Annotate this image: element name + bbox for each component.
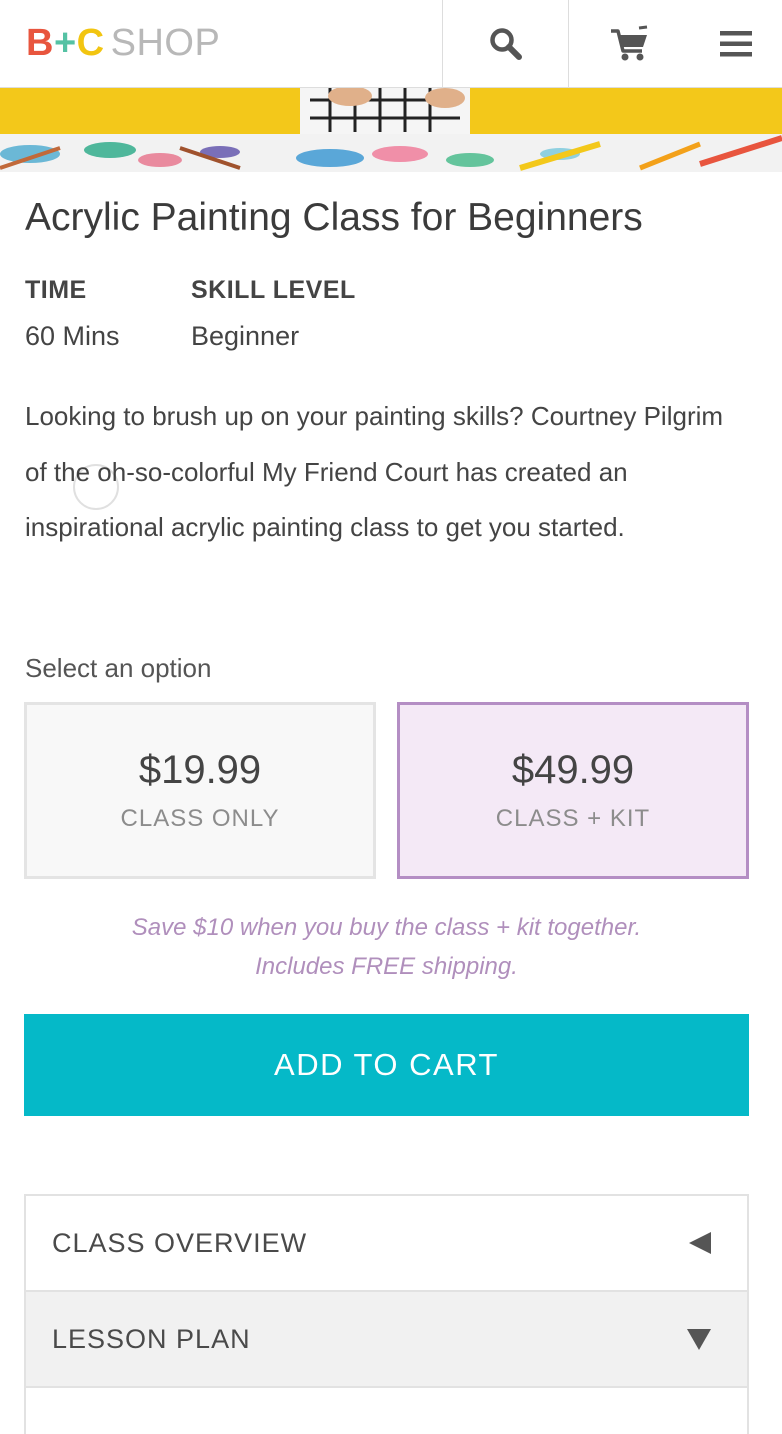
option-price: $19.99 xyxy=(138,748,262,792)
page-title: Acrylic Painting Class for Beginners xyxy=(25,196,643,239)
option-name: CLASS + KIT xyxy=(495,805,651,832)
time-value: 60 Mins xyxy=(25,321,120,351)
skill-level-value: Beginner xyxy=(191,321,300,351)
logo-plus: + xyxy=(53,22,77,64)
option-name: CLASS ONLY xyxy=(120,805,280,832)
accordion-lesson-plan[interactable]: LESSON PLAN xyxy=(24,1290,749,1388)
hero-image xyxy=(0,88,782,172)
course-description: Looking to brush up on your painting ski… xyxy=(25,401,724,542)
logo-letter-b: B xyxy=(26,22,54,64)
cart-icon xyxy=(610,25,647,61)
time-label: TIME xyxy=(25,276,87,304)
add-to-cart-button[interactable]: ADD TO CART xyxy=(24,1014,749,1116)
triangle-left-icon xyxy=(689,1232,711,1254)
select-option-label: Select an option xyxy=(25,653,212,683)
accordion-label: CLASS OVERVIEW xyxy=(52,1227,308,1258)
promo-line-shipping: Includes FREE shipping. xyxy=(255,953,518,980)
option-class-only[interactable]: $19.99 CLASS ONLY xyxy=(24,702,376,879)
accordion-label: LESSON PLAN xyxy=(52,1323,251,1354)
triangle-down-icon xyxy=(687,1329,711,1350)
site-logo[interactable]: B+C SHOP xyxy=(26,22,220,65)
accordion-class-overview[interactable]: CLASS OVERVIEW xyxy=(24,1194,749,1292)
logo-letter-c: C xyxy=(76,22,105,64)
menu-button[interactable] xyxy=(690,0,782,88)
promo-line-savings: Save $10 when you buy the class + kit to… xyxy=(131,914,642,941)
search-button[interactable] xyxy=(442,0,568,88)
cart-button[interactable] xyxy=(568,0,690,88)
accordion-next-section[interactable] xyxy=(24,1386,749,1434)
promo-message: Save $10 when you buy the class + kit to… xyxy=(24,908,749,986)
search-icon xyxy=(489,28,522,60)
option-class-kit[interactable]: $49.99 CLASS + KIT xyxy=(397,702,749,879)
touch-indicator xyxy=(73,464,119,510)
logo-shop-text: SHOP xyxy=(110,22,221,64)
menu-icon xyxy=(720,31,752,57)
option-price: $49.99 xyxy=(511,748,635,792)
skill-level-label: SKILL LEVEL xyxy=(191,276,356,304)
site-header: B+C SHOP xyxy=(0,0,782,88)
